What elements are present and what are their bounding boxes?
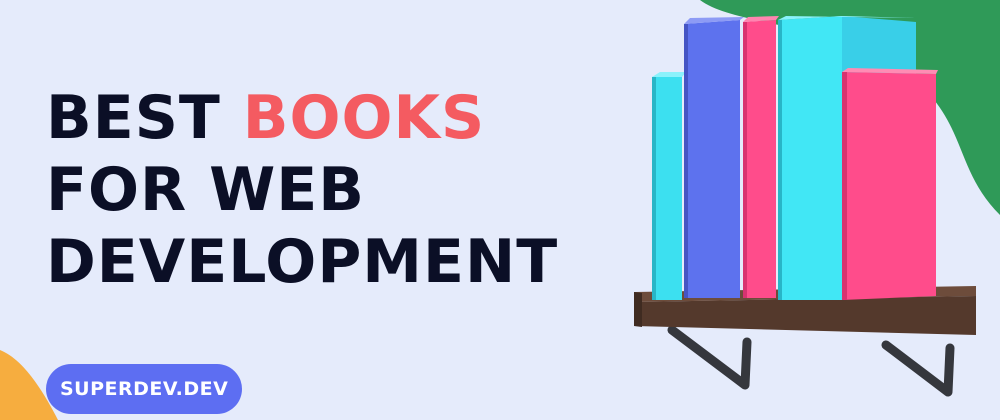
shelf-brackets-icon [667, 325, 955, 397]
headline-word-books: BOOKS [242, 83, 486, 153]
site-badge[interactable]: SUPERDEV.DEV [46, 364, 243, 414]
front-pink-book-icon [842, 68, 938, 300]
headline-line-3: DEVELOPMENT [46, 227, 559, 297]
headline: BEST BOOKS FOR WEB DEVELOPMENT [46, 82, 558, 298]
headline-word-best: BEST [46, 83, 221, 153]
blue-book-icon [684, 17, 744, 298]
headline-line-2: FOR WEB [46, 155, 365, 225]
headline-line-1: BEST BOOKS [46, 82, 558, 154]
cyan-book-icon [652, 72, 686, 300]
hero-banner: BEST BOOKS FOR WEB DEVELOPMENT SUPERDEV.… [0, 0, 1000, 420]
pink-book-icon [743, 16, 779, 298]
